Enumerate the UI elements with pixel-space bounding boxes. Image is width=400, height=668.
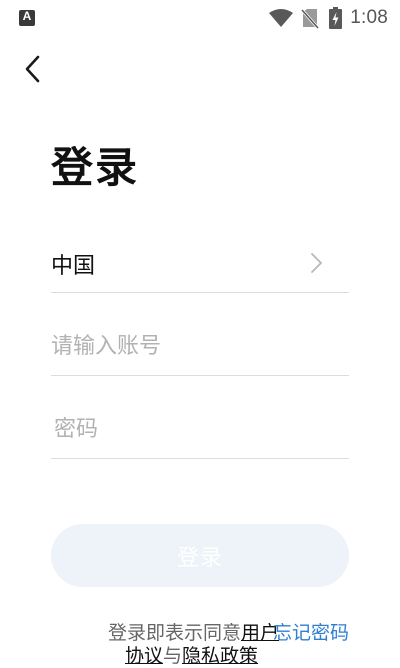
chevron-left-icon: [25, 55, 40, 83]
agreement-text: 登录即表示同意用户: [108, 621, 279, 645]
account-input[interactable]: [51, 318, 349, 375]
agreement-prefix: 登录即表示同意: [108, 622, 242, 644]
wifi-icon: [269, 9, 294, 27]
notification-letter: A: [22, 9, 32, 23]
login-button[interactable]: 登录: [51, 524, 349, 587]
privacy-policy-link[interactable]: 隐私政策: [182, 645, 258, 667]
battery-charging-icon: [329, 7, 343, 29]
back-button[interactable]: [18, 50, 54, 88]
user-agreement-link-continued[interactable]: 协议: [125, 645, 163, 667]
chevron-right-icon: [311, 253, 322, 273]
region-selector[interactable]: 中国: [51, 235, 349, 293]
status-bar: A 1:08: [0, 0, 400, 36]
clock: 1:08: [350, 7, 388, 28]
password-field: [51, 401, 352, 459]
account-field: [51, 318, 349, 376]
forgot-password-link[interactable]: 忘记密码: [273, 621, 349, 645]
password-input[interactable]: [51, 401, 352, 458]
page-title: 登录: [51, 143, 140, 192]
region-label: 中国: [51, 254, 96, 279]
agreement-conjunction: 与: [163, 645, 183, 667]
no-sim-icon: [301, 8, 320, 29]
notification-icon: A: [19, 9, 35, 26]
status-icons: 1:08: [269, 6, 388, 30]
agreement-text-line2: 协议与隐私政策: [125, 644, 258, 668]
